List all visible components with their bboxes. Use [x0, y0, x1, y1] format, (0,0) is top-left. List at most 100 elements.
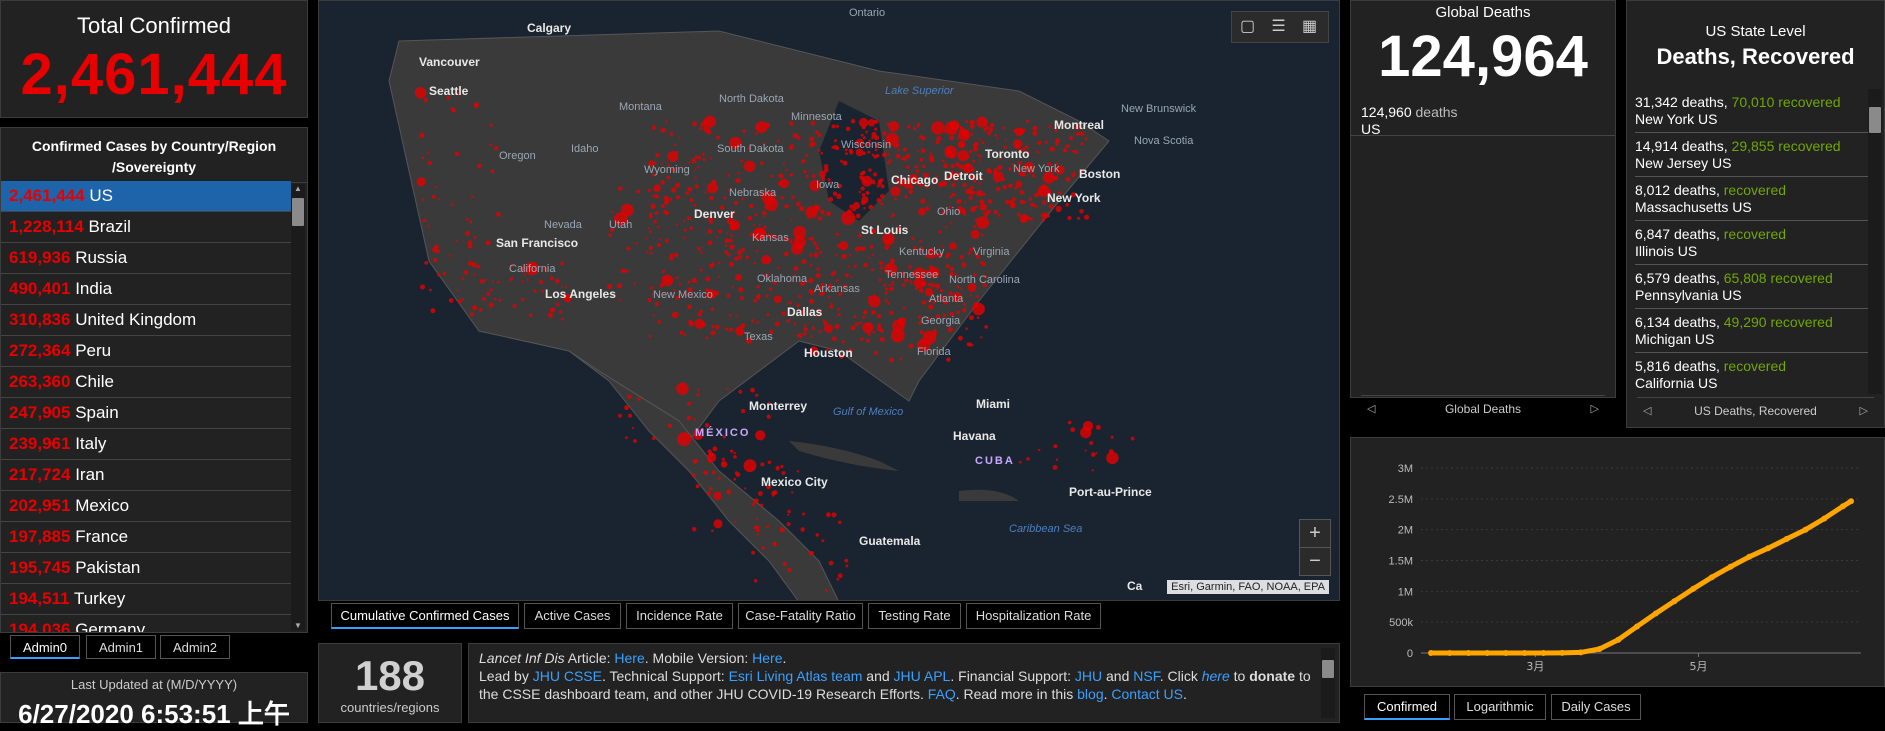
- case-marker[interactable]: [833, 144, 838, 150]
- case-marker[interactable]: [750, 387, 755, 393]
- case-marker[interactable]: [1028, 197, 1032, 201]
- case-marker[interactable]: [949, 135, 955, 141]
- case-marker[interactable]: [667, 423, 672, 428]
- scroll-up-icon[interactable]: ▲: [291, 184, 305, 193]
- country-row[interactable]: 194,036 Germany: [1, 615, 291, 632]
- case-marker[interactable]: [1002, 185, 1007, 190]
- case-marker[interactable]: [451, 203, 454, 206]
- case-marker[interactable]: [965, 191, 969, 195]
- case-marker[interactable]: [847, 265, 850, 268]
- data-point[interactable]: [1615, 636, 1622, 643]
- case-marker[interactable]: [798, 294, 802, 298]
- case-marker[interactable]: [709, 196, 714, 201]
- case-marker[interactable]: [812, 174, 816, 178]
- data-point[interactable]: [1840, 503, 1846, 510]
- case-marker[interactable]: [473, 236, 477, 239]
- case-marker[interactable]: [853, 315, 857, 318]
- case-marker[interactable]: [778, 181, 783, 186]
- data-point[interactable]: [1634, 623, 1640, 630]
- map-tab[interactable]: Cumulative Confirmed Cases: [331, 603, 519, 629]
- case-marker[interactable]: [979, 155, 983, 158]
- case-marker[interactable]: [461, 277, 465, 280]
- case-marker[interactable]: [1053, 444, 1058, 449]
- case-marker[interactable]: [676, 223, 679, 226]
- case-marker[interactable]: [796, 236, 800, 240]
- case-marker[interactable]: [1130, 436, 1135, 441]
- case-marker[interactable]: [756, 518, 759, 521]
- case-marker[interactable]: [699, 268, 703, 272]
- case-marker[interactable]: [835, 254, 838, 257]
- case-marker[interactable]: [994, 134, 998, 137]
- case-marker[interactable]: [648, 246, 653, 251]
- case-marker[interactable]: [652, 314, 655, 317]
- case-marker[interactable]: [1005, 199, 1010, 205]
- case-marker[interactable]: [934, 283, 940, 289]
- case-marker[interactable]: [978, 138, 981, 141]
- tab-admin0[interactable]: Admin0: [10, 635, 80, 659]
- case-marker[interactable]: [949, 266, 954, 271]
- case-marker[interactable]: [461, 298, 465, 301]
- case-marker[interactable]: [793, 322, 797, 325]
- case-marker[interactable]: [454, 151, 460, 157]
- case-marker[interactable]: [1034, 204, 1038, 208]
- case-marker[interactable]: [489, 288, 493, 292]
- case-marker[interactable]: [849, 204, 854, 209]
- case-marker[interactable]: [972, 206, 976, 210]
- case-marker[interactable]: [647, 298, 652, 303]
- case-marker[interactable]: [871, 312, 874, 315]
- case-marker[interactable]: [723, 196, 727, 200]
- data-point[interactable]: [1802, 526, 1809, 533]
- blog-link[interactable]: blog: [1077, 686, 1103, 702]
- case-marker[interactable]: [852, 201, 861, 210]
- case-marker[interactable]: [867, 150, 871, 154]
- case-marker[interactable]: [1018, 460, 1022, 464]
- case-marker[interactable]: [793, 266, 799, 271]
- case-marker[interactable]: [1065, 176, 1071, 182]
- case-marker[interactable]: [859, 172, 864, 176]
- case-marker[interactable]: [1026, 457, 1030, 461]
- country-list-scrollbar[interactable]: ▲ ▼: [291, 184, 305, 630]
- case-marker[interactable]: [956, 199, 962, 204]
- case-marker[interactable]: [925, 206, 930, 211]
- case-marker[interactable]: [456, 289, 459, 292]
- case-marker[interactable]: [858, 190, 861, 194]
- case-marker[interactable]: [726, 293, 731, 298]
- case-marker[interactable]: [1026, 119, 1029, 123]
- case-marker[interactable]: [465, 231, 470, 236]
- case-marker[interactable]: [743, 160, 756, 172]
- case-marker[interactable]: [894, 197, 897, 201]
- case-marker[interactable]: [1015, 180, 1023, 188]
- case-marker[interactable]: [861, 124, 866, 130]
- case-marker[interactable]: [931, 121, 945, 135]
- case-marker[interactable]: [755, 249, 759, 253]
- case-marker[interactable]: [765, 294, 769, 298]
- case-marker[interactable]: [692, 527, 697, 532]
- data-point[interactable]: [1848, 498, 1854, 505]
- case-marker[interactable]: [717, 261, 721, 265]
- case-marker[interactable]: [472, 305, 478, 311]
- case-marker[interactable]: [761, 546, 765, 550]
- country-row[interactable]: 247,905 Spain: [1, 398, 291, 429]
- case-marker[interactable]: [722, 462, 725, 465]
- case-marker[interactable]: [477, 163, 482, 169]
- case-marker[interactable]: [804, 324, 807, 327]
- case-marker[interactable]: [724, 250, 729, 255]
- case-marker[interactable]: [528, 313, 533, 317]
- case-marker[interactable]: [698, 126, 703, 131]
- case-marker[interactable]: [429, 288, 432, 292]
- case-marker[interactable]: [1072, 150, 1076, 153]
- case-marker[interactable]: [724, 327, 728, 331]
- case-marker[interactable]: [780, 464, 784, 469]
- case-marker[interactable]: [734, 256, 739, 261]
- case-marker[interactable]: [667, 151, 679, 162]
- case-marker[interactable]: [1019, 190, 1025, 195]
- case-marker[interactable]: [414, 87, 427, 99]
- case-marker[interactable]: [921, 300, 927, 305]
- case-marker[interactable]: [688, 319, 693, 325]
- case-marker[interactable]: [1080, 142, 1084, 146]
- case-marker[interactable]: [624, 269, 629, 274]
- case-marker[interactable]: [737, 250, 742, 255]
- case-marker[interactable]: [496, 280, 500, 284]
- country-row[interactable]: 2,461,444 US: [1, 181, 291, 212]
- case-marker[interactable]: [738, 255, 742, 259]
